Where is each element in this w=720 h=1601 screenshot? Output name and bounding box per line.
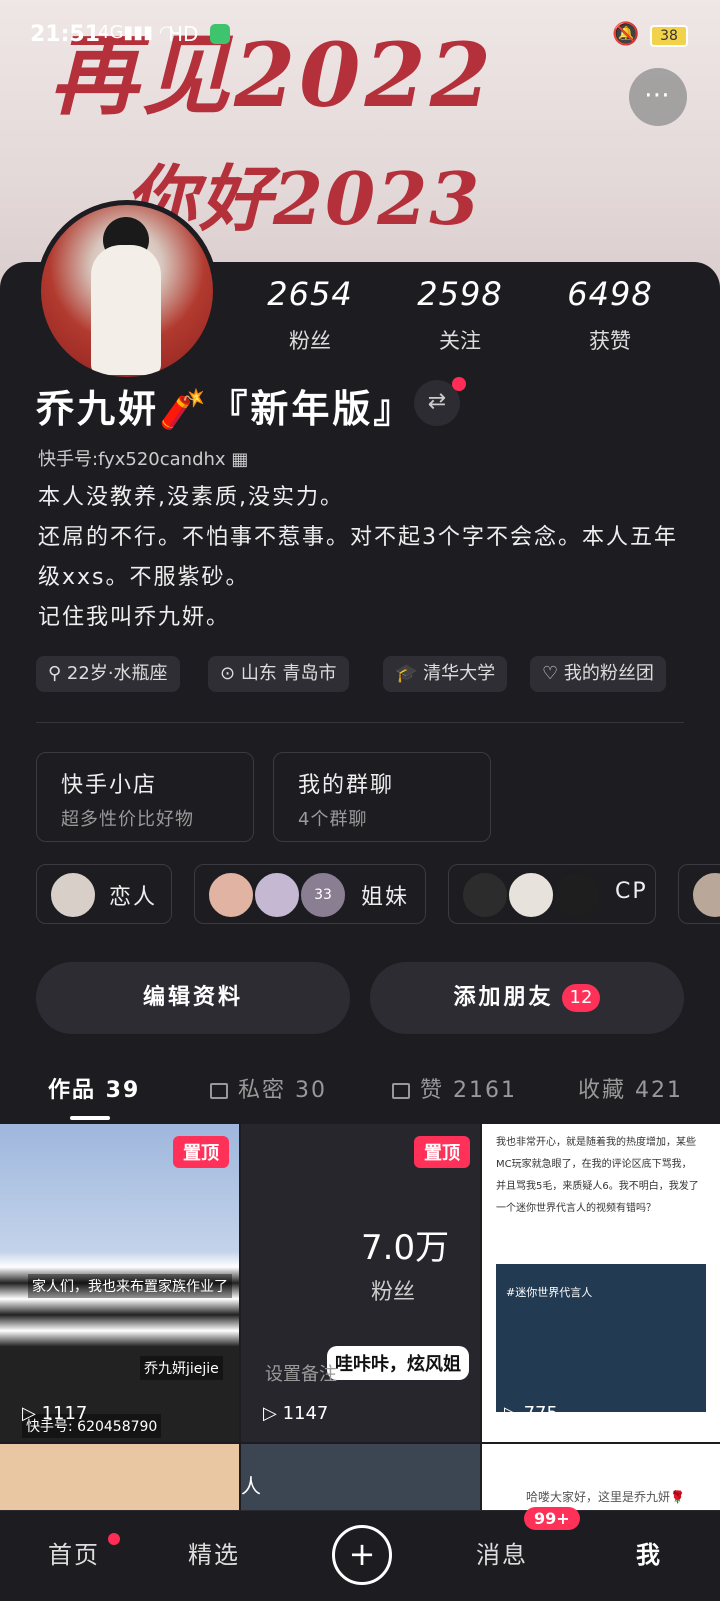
qr-code-icon[interactable]: ▦ bbox=[231, 449, 248, 470]
card-shop[interactable]: 快手小店 超多性价比好物 bbox=[36, 752, 254, 842]
relation-label: 姐妹 bbox=[361, 885, 410, 910]
speech-bubble: 哇咔咔，炫风姐 bbox=[327, 1346, 469, 1380]
following-stat[interactable]: 2598 关注 bbox=[395, 275, 525, 355]
play-count: ▷ 775 bbox=[504, 1403, 558, 1424]
relation-avatar bbox=[207, 871, 255, 919]
nav-home[interactable]: 首页 bbox=[48, 1535, 100, 1570]
switch-notification-dot bbox=[452, 377, 466, 391]
mute-icon: 🔕 bbox=[612, 22, 640, 47]
tag-location[interactable]: ⊙ 山东 青岛市 bbox=[208, 656, 349, 692]
kuaishou-id[interactable]: 快手号:fyx520candhx ▦ bbox=[38, 445, 248, 471]
profile-name: 乔九妍🧨『新年版』 bbox=[36, 387, 415, 431]
likes-count: 6498 bbox=[567, 275, 653, 313]
avatar[interactable] bbox=[36, 200, 218, 382]
heart-icon: ♡ bbox=[542, 663, 559, 684]
inner-video: #迷你世界代言人 bbox=[496, 1264, 706, 1412]
likes-label: 获赞 bbox=[589, 329, 631, 353]
video-thumbnail[interactable]: 置顶 7.0万 粉丝 哇咔咔，炫风姐 设置备注 ▷ 1147 bbox=[241, 1124, 480, 1442]
video-thumbnail[interactable]: 人 bbox=[241, 1444, 480, 1510]
avatar-body bbox=[91, 245, 161, 375]
lock-icon bbox=[210, 1083, 228, 1099]
relation-avatar: 33 bbox=[299, 871, 347, 919]
create-plus-icon[interactable]: + bbox=[332, 1525, 392, 1585]
following-label: 关注 bbox=[439, 329, 481, 353]
graduation-cap-icon: 🎓 bbox=[395, 663, 418, 684]
tag-age[interactable]: ⚲ 22岁·水瓶座 bbox=[36, 656, 180, 692]
relation-more[interactable] bbox=[678, 864, 720, 924]
gender-icon: ⚲ bbox=[48, 663, 62, 684]
card-shop-subtitle: 超多性价比好物 bbox=[61, 809, 194, 830]
big-number: 7.0万 bbox=[361, 1228, 450, 1268]
friend-request-badge: 12 bbox=[561, 984, 601, 1012]
followers-count: 2654 bbox=[267, 275, 353, 313]
relation-sisters[interactable]: 33 姐妹 bbox=[194, 864, 426, 924]
followers-label: 粉丝 bbox=[289, 329, 331, 353]
relation-avatar bbox=[553, 871, 601, 919]
status-time: 21:51 bbox=[30, 22, 101, 47]
tab-likes[interactable]: 赞 2161 bbox=[392, 1072, 517, 1104]
video-caption: 家人们，我也来布置家族作业了 bbox=[28, 1274, 232, 1298]
card-group-subtitle: 4个群聊 bbox=[298, 809, 368, 830]
bio-line: 记住我叫乔九妍。 bbox=[38, 605, 231, 630]
location-icon: ⊙ bbox=[220, 663, 236, 684]
following-count: 2598 bbox=[417, 275, 503, 313]
home-notification-dot bbox=[108, 1533, 120, 1545]
edit-profile-button[interactable]: 编辑资料 bbox=[36, 962, 350, 1034]
relation-avatar bbox=[253, 871, 301, 919]
relation-lover[interactable]: 恋人 bbox=[36, 864, 172, 924]
nav-me[interactable]: 我 bbox=[636, 1535, 662, 1570]
pinned-badge: 置顶 bbox=[414, 1136, 470, 1168]
add-friend-button[interactable]: 添加朋友 12 bbox=[370, 962, 684, 1034]
relation-avatar bbox=[691, 871, 720, 919]
status-bar: 21:51 4G▮▮▮ ◠ HD 🔕 38 bbox=[0, 0, 720, 70]
lock-icon bbox=[392, 1083, 410, 1099]
video-thumbnail[interactable]: 哈喽大家好，这里是乔九妍🌹 bbox=[482, 1444, 720, 1510]
video-thumbnail[interactable] bbox=[0, 1444, 239, 1510]
tab-private[interactable]: 私密 30 bbox=[210, 1072, 327, 1104]
bottom-nav: 首页 精选 + 消息 99+ 我 bbox=[0, 1507, 720, 1601]
card-group-chat[interactable]: 我的群聊 4个群聊 bbox=[273, 752, 491, 842]
nav-messages[interactable]: 消息 bbox=[476, 1535, 528, 1570]
bio: 本人没教养,没素质,没实力。 还屌的不行。不怕事不惹事。对不起3个字不会念。本人… bbox=[38, 478, 688, 638]
nav-featured[interactable]: 精选 bbox=[188, 1535, 240, 1570]
play-count: ▷ 1147 bbox=[263, 1403, 329, 1424]
relation-avatar bbox=[507, 871, 555, 919]
video-tag: 乔九妍jiejie bbox=[140, 1356, 223, 1380]
play-count: ▷ 1117 bbox=[22, 1403, 88, 1424]
signal-icon: 4G▮▮▮ ◠ bbox=[98, 22, 175, 43]
relation-label: CP bbox=[615, 879, 648, 904]
relation-cp[interactable]: CP bbox=[448, 864, 656, 924]
video-text: 哈喽大家好，这里是乔九妍🌹 bbox=[526, 1490, 685, 1504]
tab-favorites[interactable]: 收藏 421 bbox=[578, 1072, 683, 1104]
card-shop-title: 快手小店 bbox=[61, 773, 158, 798]
followers-stat[interactable]: 2654 粉丝 bbox=[245, 275, 375, 355]
hd-indicator: HD bbox=[168, 22, 199, 46]
message-badge: 99+ bbox=[524, 1507, 580, 1530]
video-thumbnail[interactable]: 我也非常开心，就是随着我的热度增加，某些MC玩家就急眼了，在我的评论区底下骂我，… bbox=[482, 1124, 720, 1442]
tab-active-indicator bbox=[70, 1116, 110, 1120]
pinned-badge: 置顶 bbox=[173, 1136, 229, 1168]
likes-stat[interactable]: 6498 获赞 bbox=[545, 275, 675, 355]
relation-label: 恋人 bbox=[109, 885, 158, 910]
relation-avatar bbox=[461, 871, 509, 919]
video-text: 人 bbox=[241, 1474, 261, 1498]
video-text: 我也非常开心，就是随着我的热度增加，某些MC玩家就急眼了，在我的评论区底下骂我，… bbox=[496, 1137, 699, 1214]
bio-line: 本人没教养,没素质,没实力。 bbox=[38, 485, 344, 510]
set-remark-hint: 设置备注 bbox=[265, 1364, 337, 1385]
tag-school[interactable]: 🎓 清华大学 bbox=[383, 656, 508, 692]
more-menu-button[interactable]: ⋯ bbox=[629, 68, 687, 126]
divider bbox=[36, 722, 684, 723]
big-number-label: 粉丝 bbox=[371, 1280, 416, 1305]
tag-fan-club[interactable]: ♡ 我的粉丝团 bbox=[530, 656, 666, 692]
video-thumbnail[interactable]: 置顶 家人们，我也来布置家族作业了 乔九妍jiejie 快手号: 6204587… bbox=[0, 1124, 239, 1442]
bio-line: 还屌的不行。不怕事不惹事。对不起3个字不会念。本人五年级xxs。不服紫砂。 bbox=[38, 525, 678, 590]
tab-works[interactable]: 作品 39 bbox=[48, 1072, 140, 1104]
battery-icon: 38 bbox=[650, 25, 688, 47]
inner-video-tag: #迷你世界代言人 bbox=[506, 1286, 593, 1299]
app-notification-icon bbox=[210, 24, 230, 44]
card-group-title: 我的群聊 bbox=[298, 773, 395, 798]
relation-avatar bbox=[49, 871, 97, 919]
